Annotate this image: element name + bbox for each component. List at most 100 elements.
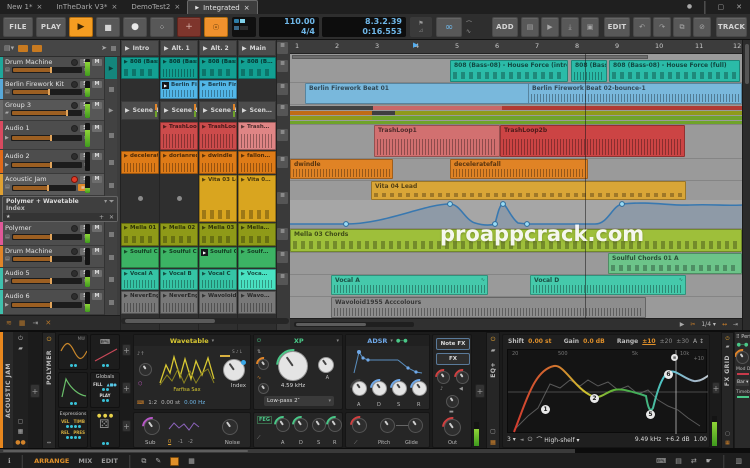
dots-icon[interactable]: ▦ xyxy=(490,439,496,446)
volume-fader[interactable] xyxy=(11,256,82,262)
arm-button[interactable] xyxy=(71,224,78,232)
launcher-clip[interactable]: ▶TrashLoop1 xyxy=(160,122,198,150)
track-row[interactable]: Audio 2 S M ▶≡ xyxy=(0,150,104,174)
audio-edit-icon[interactable]: ✂ xyxy=(690,321,695,328)
launcher-clip[interactable]: ▶ Wavo… xyxy=(238,291,276,314)
filter-mode-select[interactable]: Low-pass 2″ ▾ xyxy=(264,396,334,406)
mute-button[interactable]: M xyxy=(92,247,102,255)
row-stop-button[interactable]: ≣ xyxy=(277,273,288,285)
env-amt-knob[interactable] xyxy=(258,383,269,394)
launcher-clip[interactable]: ▶NeverEngin… xyxy=(160,291,198,314)
arranger-clip[interactable]: Wavoloid1955 Acccolours xyxy=(331,297,646,318)
sub-octave-1[interactable]: -1 xyxy=(178,439,183,445)
notes-page-icon[interactable]: ▤ xyxy=(675,457,682,465)
typing-keyboard-icon[interactable]: ⌨ xyxy=(656,457,666,465)
eq-device-header[interactable]: ⏻ ▰ EQ+ ▢ ▦ xyxy=(486,332,500,450)
chevron-down-icon[interactable]: ▾ xyxy=(336,338,339,344)
metronome-box[interactable]: ⚑ ⊿ xyxy=(410,17,432,37)
timeline-ruler[interactable]: 1 2 3 4 5 6 7 8 9 10 11 12 ▶ xyxy=(290,40,742,54)
row-stop-button[interactable]: ≣ xyxy=(277,104,288,116)
automation-toggle-box[interactable] xyxy=(232,17,256,37)
perf-panel[interactable]: ⠿ Perf ●─● Mod De Bar ▾ Timeba xyxy=(735,332,750,450)
group-scene-cell[interactable]: ▶ Scene 1 xyxy=(121,101,159,120)
scene-stop-all[interactable]: ≣ xyxy=(277,42,288,54)
track-row[interactable]: Audio 1 S M ▶≡ xyxy=(0,121,104,150)
eq-band-handle[interactable]: 5 xyxy=(646,410,655,419)
launcher-clip[interactable]: ▶ Soulf… xyxy=(238,247,276,268)
comp-icon[interactable]: ∿ xyxy=(679,277,683,283)
arranger-clip[interactable]: Vocal A ∿ xyxy=(331,275,488,295)
info-icon[interactable]: ℹ xyxy=(8,457,11,465)
mod-route-icon[interactable]: ⬡ xyxy=(138,381,142,387)
volume-fader[interactable] xyxy=(11,234,82,240)
volume-fader[interactable] xyxy=(10,162,82,168)
track-row[interactable]: Audio 5 S M ▶≡ xyxy=(0,268,104,290)
launcher-stop-cell[interactable] xyxy=(104,222,117,246)
row-stop-button[interactable]: ≣ xyxy=(277,228,288,240)
add-device-button[interactable]: + xyxy=(475,384,485,398)
close-icon[interactable]: × xyxy=(244,4,250,12)
launcher-clip[interactable]: ▶dorianredu… xyxy=(160,151,198,174)
group-scene-cell[interactable]: ▶ Scene 2 xyxy=(160,101,198,120)
arranger-clip[interactable]: dwindle xyxy=(290,159,393,179)
snap-toggle-icon[interactable]: ↔ xyxy=(722,321,727,328)
mix-knob[interactable] xyxy=(446,395,459,408)
track-type-icon[interactable]: ▤▾ xyxy=(4,44,14,52)
browser-icon[interactable]: ▣ xyxy=(581,17,599,37)
launcher-clip[interactable]: ▶deceleratefall xyxy=(121,151,159,174)
close-icon[interactable]: × xyxy=(36,3,42,11)
mix-view-button[interactable]: MIX xyxy=(78,457,92,465)
grid-b-icon[interactable] xyxy=(32,44,43,52)
zoom-fit-icon[interactable]: ⇥ xyxy=(733,321,738,328)
launcher-stop-cell[interactable] xyxy=(104,246,117,268)
eq-band-q[interactable]: 1.00 xyxy=(694,436,707,443)
sub-octave-2[interactable]: -2 xyxy=(188,439,193,445)
track-row[interactable]: Group 3 S M ▰≡ xyxy=(0,100,104,121)
launcher-clip[interactable]: ▶Mella 02 C… xyxy=(160,223,198,246)
pitch-knob[interactable] xyxy=(380,418,395,433)
monitor-icon[interactable]: ▢ xyxy=(725,432,730,437)
auto-listen-icon[interactable]: A ↕ xyxy=(693,338,704,345)
edit-view-button[interactable]: EDIT xyxy=(101,457,118,465)
expand-icon[interactable]: ⇔ xyxy=(47,441,51,446)
export-play-icon[interactable]: ▶ xyxy=(541,17,559,37)
folder-icon[interactable]: ▰ xyxy=(491,348,496,354)
launcher-clip[interactable]: ▶NeverEngin… xyxy=(121,291,159,314)
record-button[interactable]: ● xyxy=(123,17,147,37)
add-device-button[interactable]: + xyxy=(30,384,40,398)
mute-button[interactable]: M xyxy=(92,58,102,66)
bend-knob[interactable] xyxy=(346,412,373,439)
chevron-down-icon[interactable]: ▾ xyxy=(212,338,215,344)
prev-band-icon[interactable]: ◄ xyxy=(520,437,524,443)
launcher-clip[interactable]: ▶808 (Bass-… xyxy=(199,57,237,79)
grid-a-icon[interactable] xyxy=(18,44,29,52)
tempo-display[interactable]: 110.00 4/4 xyxy=(259,17,319,37)
mute-button[interactable]: M xyxy=(92,269,102,277)
tab-inthedark[interactable]: InTheDark V3* × xyxy=(49,0,124,14)
volume-fader[interactable] xyxy=(11,89,82,95)
play-menu-button[interactable]: PLAY xyxy=(36,17,66,37)
keys-icon[interactable]: ⌨ xyxy=(137,400,144,406)
launcher-clip[interactable]: ▶ fallon… xyxy=(238,151,276,174)
feg-r-knob[interactable] xyxy=(322,412,348,438)
launcher-clip[interactable]: ▶ Mella… xyxy=(238,223,276,246)
drive-knob[interactable] xyxy=(252,353,275,376)
mute-button[interactable]: M xyxy=(92,101,102,109)
clear-icon[interactable]: ✕ xyxy=(45,319,51,327)
add-device-button[interactable]: + xyxy=(712,382,720,394)
launcher-clip[interactable]: ▶ Vita 0… xyxy=(238,175,276,222)
arranger-clip[interactable]: 808 (Bass-08) - House Force (intro) xyxy=(450,60,568,82)
follow-playhead-icon[interactable]: ▶ xyxy=(680,321,685,328)
layout-icon[interactable]: ▦ xyxy=(19,319,26,327)
crossfade-icons[interactable]: ⌒ ∿ xyxy=(466,17,484,37)
power-icon[interactable]: ⏻ xyxy=(726,336,730,342)
cutoff-knob[interactable] xyxy=(269,342,317,390)
monitor-icon[interactable]: ▢ xyxy=(490,429,496,435)
hz-value[interactable]: 0.00 Hz xyxy=(184,400,205,406)
cursor-tool-icon[interactable]: ➤ xyxy=(101,44,107,52)
add-modulator-button[interactable]: + xyxy=(122,420,131,432)
duplicate-icon[interactable]: ⧉ xyxy=(673,17,691,37)
import-icon[interactable]: ⤓ xyxy=(561,17,579,37)
arrange-view-button[interactable]: ARRANGE xyxy=(34,457,69,465)
mod-dice-tile[interactable]: ⚄ ● ● ● xyxy=(90,410,120,448)
